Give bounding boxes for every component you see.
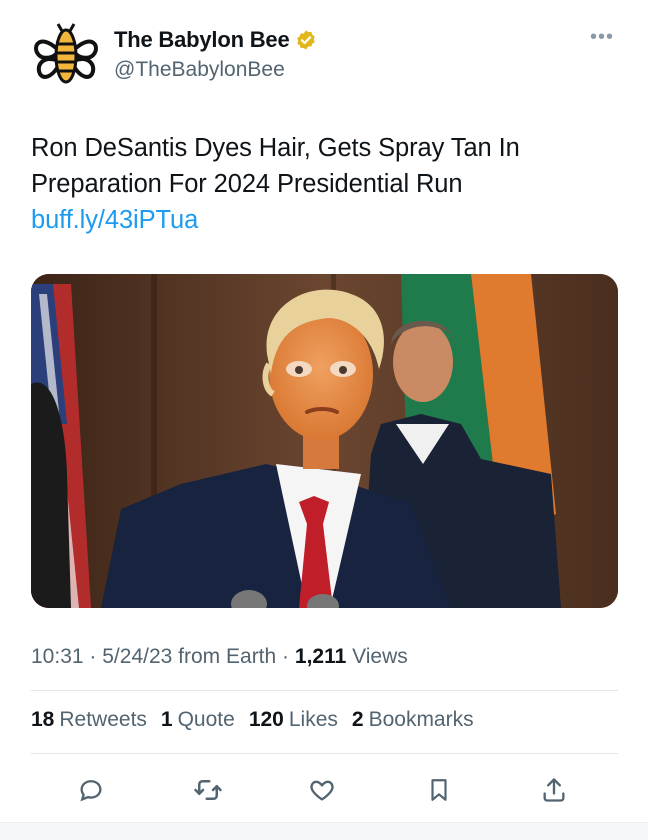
bookmarks-count: 2 <box>351 708 364 731</box>
tweet-time[interactable]: 10:31 <box>31 645 84 668</box>
bookmarks-stat[interactable]: 2 Bookmarks <box>352 708 474 732</box>
retweets-count: 18 <box>31 708 55 731</box>
name-row: The Babylon Bee <box>114 27 317 53</box>
views-count: 1,211 <box>294 645 347 668</box>
bookmark-icon <box>431 779 447 801</box>
share-button[interactable] <box>534 770 574 810</box>
press-conference-photo <box>31 274 618 608</box>
more-icon[interactable]: ••• <box>590 26 614 49</box>
tweet-image[interactable] <box>31 274 618 608</box>
heart-icon <box>310 780 334 801</box>
quotes-count: 1 <box>160 708 173 731</box>
next-tweet-edge <box>0 822 648 840</box>
retweets-label: Retweets <box>59 708 147 731</box>
handle[interactable]: @TheBabylonBee <box>114 58 285 82</box>
retweets-stat[interactable]: 18 Retweets <box>31 708 147 732</box>
babylon-bee-avatar[interactable] <box>30 20 102 92</box>
verified-badge-icon <box>297 30 316 50</box>
tweet-stats: 18 Retweets 1 Quote 120 Likes 2 Bookmarks <box>31 708 488 732</box>
retweet-button[interactable] <box>188 770 228 810</box>
bookmarks-label: Bookmarks <box>368 708 474 731</box>
share-icon <box>543 778 565 802</box>
likes-stat[interactable]: 120 Likes <box>249 708 338 732</box>
meta-separator: · <box>282 645 290 668</box>
tweet-source: from Earth <box>178 645 277 668</box>
tweet-date[interactable]: 5/24/23 <box>102 645 172 668</box>
tweet-link[interactable]: buff.ly/43iPTua <box>31 206 198 234</box>
divider <box>31 753 618 754</box>
likes-count: 120 <box>248 708 284 731</box>
views-label: Views <box>352 645 408 668</box>
likes-label: Likes <box>288 708 338 731</box>
tweet-text: Ron DeSantis Dyes Hair, Gets Spray Tan I… <box>31 130 621 238</box>
quotes-stat[interactable]: 1 Quote <box>161 708 235 732</box>
divider <box>31 690 618 691</box>
reply-button[interactable] <box>71 770 111 810</box>
display-name[interactable]: The Babylon Bee <box>114 27 290 53</box>
tweet-header: The Babylon Bee @TheBabylonBee ••• <box>0 0 648 100</box>
retweet-icon <box>194 780 222 800</box>
reply-icon <box>80 780 102 802</box>
bookmark-button[interactable] <box>419 770 459 810</box>
meta-separator: · <box>89 645 97 668</box>
action-bar <box>31 770 618 810</box>
tweet-body: Ron DeSantis Dyes Hair, Gets Spray Tan I… <box>31 134 520 198</box>
quotes-label: Quote <box>177 708 235 731</box>
like-button[interactable] <box>302 770 342 810</box>
tweet-meta: 10:31 · 5/24/23 from Earth · 1,211 Views <box>31 645 408 669</box>
